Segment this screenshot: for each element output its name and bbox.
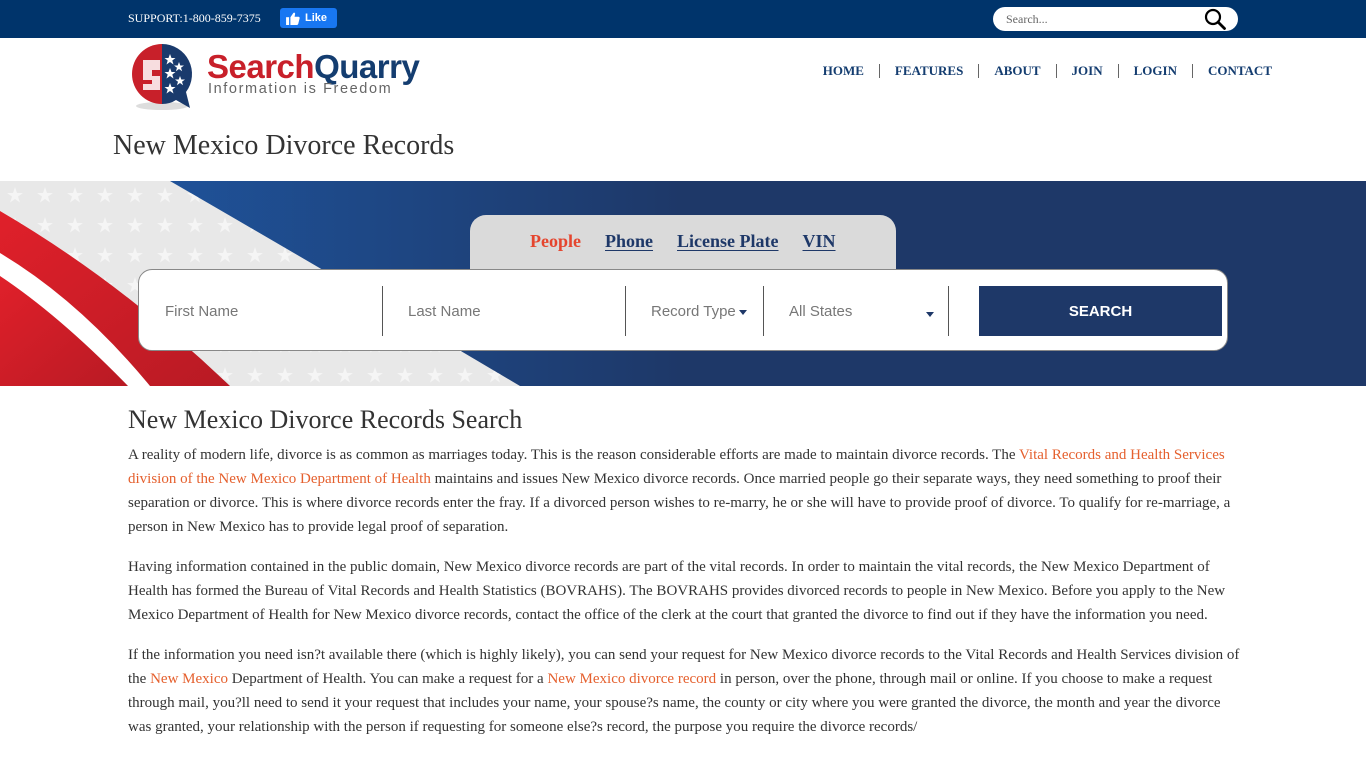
facebook-like-button[interactable]: Like — [280, 8, 337, 28]
nav-features[interactable]: FEATURES — [878, 64, 978, 78]
article-paragraph: Having information contained in the publ… — [128, 559, 1226, 623]
nav-join[interactable]: JOIN — [1055, 64, 1118, 78]
logo-emblem-icon — [132, 44, 192, 110]
logo-tagline: Information is Freedom — [208, 81, 393, 97]
facebook-like-label: Like — [305, 12, 328, 24]
site-search-input[interactable] — [1006, 10, 1196, 28]
tab-vin[interactable]: VIN — [803, 231, 836, 252]
new-mexico-divorce-record-link[interactable]: New Mexico divorce record — [547, 671, 716, 687]
main-nav: HOME FEATURES ABOUT JOIN LOGIN CONTACT — [808, 64, 1272, 78]
thumbs-up-icon — [286, 12, 300, 25]
page-title: New Mexico Divorce Records — [113, 130, 455, 161]
first-name-input[interactable] — [165, 302, 375, 320]
last-name-field — [408, 286, 618, 336]
article-heading: New Mexico Divorce Records Search — [128, 405, 523, 434]
record-type-label: Record Type — [651, 302, 736, 320]
tab-phone[interactable]: Phone — [605, 231, 653, 252]
search-button[interactable]: SEARCH — [979, 286, 1222, 336]
field-divider — [382, 286, 383, 336]
caret-down-icon — [926, 312, 934, 317]
nav-home[interactable]: HOME — [808, 64, 879, 78]
record-type-select[interactable]: Record Type — [651, 286, 766, 336]
site-search — [993, 7, 1238, 31]
nav-login[interactable]: LOGIN — [1117, 64, 1192, 78]
new-mexico-link[interactable]: New Mexico — [150, 671, 228, 687]
tab-license-plate[interactable]: License Plate — [677, 231, 778, 252]
article-content: New Mexico Divorce Records Search A real… — [128, 404, 1243, 755]
first-name-field — [165, 286, 375, 336]
field-divider — [948, 286, 949, 336]
logo-wordmark: SearchQuarry — [207, 48, 420, 85]
logo-word-quarry: Quarry — [314, 48, 420, 85]
top-bar: SUPPORT:1-800-859-7375 Like — [0, 0, 1366, 38]
last-name-input[interactable] — [408, 302, 618, 320]
search-tabs: People Phone License Plate VIN — [530, 231, 860, 252]
field-divider — [625, 286, 626, 336]
site-logo[interactable]: SearchQuarry Information is Freedom — [130, 40, 430, 112]
state-selected-value: All States — [789, 302, 853, 320]
article-paragraph: A reality of modern life, divorce is as … — [128, 443, 1243, 539]
article-paragraph: If the information you need isn?t availa… — [128, 643, 1243, 739]
tab-people[interactable]: People — [530, 231, 581, 252]
field-divider — [763, 286, 764, 336]
paragraph-text: A reality of modern life, divorce is as … — [128, 447, 1019, 463]
logo-word-search: Search — [207, 48, 315, 85]
caret-down-icon — [738, 310, 747, 315]
nav-about[interactable]: ABOUT — [978, 64, 1055, 78]
people-search-form: Record Type All States SEARCH — [138, 269, 1228, 351]
search-icon[interactable] — [1204, 8, 1226, 30]
state-select[interactable]: All States — [789, 286, 934, 336]
nav-contact[interactable]: CONTACT — [1191, 64, 1272, 78]
paragraph-text: Department of Health. You can make a req… — [227, 671, 548, 687]
support-phone[interactable]: SUPPORT:1-800-859-7375 — [128, 11, 261, 26]
